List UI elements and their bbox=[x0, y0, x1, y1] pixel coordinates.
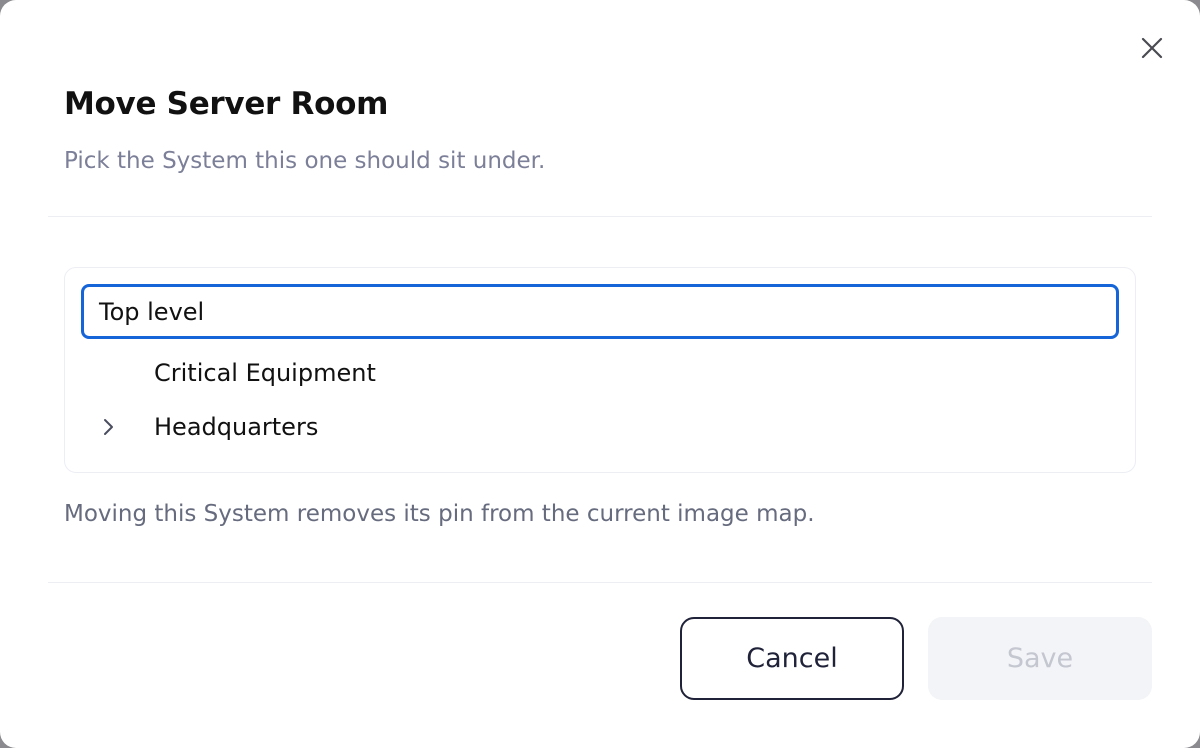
tree-item-label: Top level bbox=[99, 297, 205, 326]
dialog-title: Move Server Room bbox=[64, 86, 389, 122]
dialog-subtitle: Pick the System this one should sit unde… bbox=[64, 148, 546, 174]
tree-item-headquarters[interactable]: Headquarters bbox=[81, 403, 1119, 451]
chevron-right-icon[interactable] bbox=[97, 415, 121, 439]
save-button[interactable]: Save bbox=[928, 617, 1152, 700]
move-warning-note: Moving this System removes its pin from … bbox=[64, 501, 815, 527]
footer-divider bbox=[48, 582, 1152, 583]
tree-item-label: Headquarters bbox=[154, 413, 319, 441]
move-dialog: Move Server Room Pick the System this on… bbox=[0, 0, 1200, 748]
tree-item-critical-equipment[interactable]: Critical Equipment bbox=[81, 349, 1119, 397]
header-divider bbox=[48, 216, 1152, 217]
tree-item-top-level[interactable]: Top level bbox=[81, 284, 1119, 339]
cancel-button[interactable]: Cancel bbox=[680, 617, 904, 700]
system-tree: Top level Critical Equipment Headquarter… bbox=[64, 267, 1136, 473]
close-button[interactable] bbox=[1132, 28, 1172, 68]
tree-item-label: Critical Equipment bbox=[154, 359, 376, 387]
close-icon bbox=[1141, 37, 1163, 59]
